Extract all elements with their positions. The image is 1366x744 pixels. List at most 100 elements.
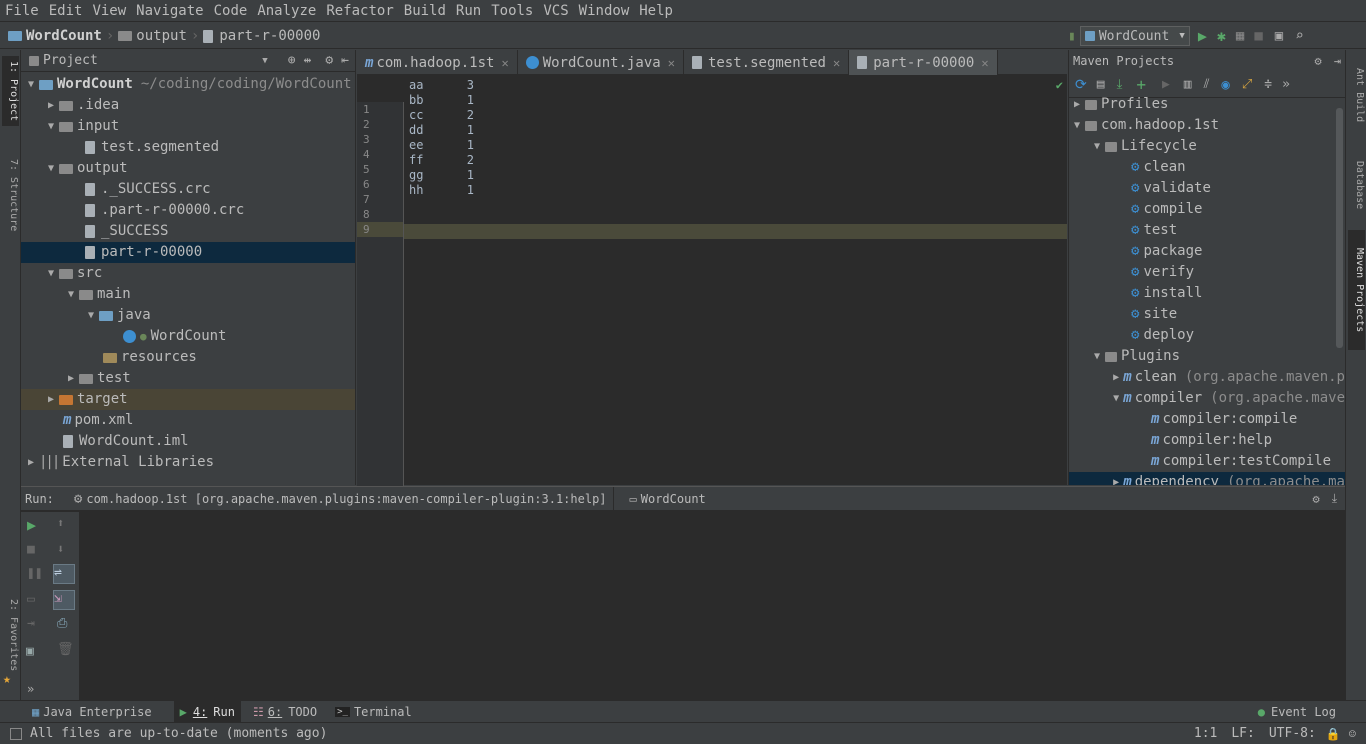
tree-item[interactable]: ● WordCount [21,326,355,347]
download-icon[interactable]: ⤓ [1117,77,1123,92]
run-config-select[interactable]: WordCount ▼ [1079,26,1190,46]
gear-icon[interactable]: ⚙ [1312,492,1319,506]
add-icon[interactable]: + [1136,75,1146,94]
maven-goal[interactable]: m compiler:help [1069,430,1345,451]
tree-item[interactable]: ▼ src [21,263,355,284]
layout-icon[interactable]: ▣ [26,644,34,659]
tree-item[interactable]: ▼ main [21,284,355,305]
expanded-arrow-icon[interactable]: ▼ [23,74,39,95]
refresh-icon[interactable]: ⟳ [1075,77,1087,93]
tab-project-tool[interactable]: 1: Project [2,56,19,126]
scroll-to-end-icon[interactable]: ⇲ [53,590,75,610]
collapsed-arrow-icon[interactable]: ▶ [1109,367,1123,388]
expanded-arrow-icon[interactable]: ▼ [1069,115,1085,136]
project-structure-icon[interactable]: ▣ [1275,28,1283,44]
project-panel-title[interactable]: Project [43,53,98,68]
expanded-arrow-icon[interactable]: ▼ [1089,346,1105,367]
collapsed-arrow-icon[interactable]: ▶ [1109,472,1123,485]
up-arrow-icon[interactable]: ⬆ [57,516,64,530]
pause-icon[interactable]: ❚❚ [27,566,43,581]
expanded-arrow-icon[interactable]: ▼ [43,158,59,179]
gear-icon[interactable]: ⚙ [1315,54,1322,68]
tree-item[interactable]: resources [21,347,355,368]
tree-item[interactable]: test.segmented [21,137,355,158]
tree-item[interactable]: ▼ input [21,116,355,137]
menu-navigate[interactable]: Navigate [131,0,208,22]
exit-icon[interactable]: ⇥ [27,616,35,631]
maven-scrollbar[interactable] [1336,108,1343,348]
collapsed-arrow-icon[interactable]: ▶ [63,368,79,389]
stop-icon[interactable]: ■ [27,542,35,557]
tab-ant-build[interactable]: Ant Build [1348,60,1365,130]
breadcrumb-file[interactable]: part-r-00000 [219,28,320,44]
line-separator[interactable]: LF: [1231,726,1254,741]
tool-tab-terminal[interactable]: >_ Terminal [335,705,412,719]
run-icon[interactable]: ▶ [1198,27,1207,45]
editor-tab-active[interactable]: part-r-00000 ✕ [849,50,998,75]
lock-icon[interactable]: 🔒 [1326,727,1341,741]
expanded-arrow-icon[interactable]: ▼ [43,116,59,137]
breadcrumb-folder[interactable]: output [136,28,187,44]
chevron-down-icon[interactable]: ▼ [262,56,267,66]
maven-plugins[interactable]: ▼ Plugins [1069,346,1345,367]
tree-item[interactable]: WordCount.iml [21,431,355,452]
editor-tab[interactable]: test.segmented ✕ [684,50,850,75]
hide-icon[interactable]: ⇤ [341,53,349,68]
maven-plugin[interactable]: ▶ m dependency (org.apache.ma [1069,472,1345,485]
trash-icon[interactable]: 🗑 [57,642,74,657]
coverage-icon[interactable]: ▦ [1236,28,1244,44]
tab-database[interactable]: Database [1348,150,1365,220]
maven-plugin[interactable]: ▼ m compiler (org.apache.mave [1069,388,1345,409]
menu-tools[interactable]: Tools [486,0,538,22]
tree-item[interactable]: ▶ target [21,389,355,410]
rerun-icon[interactable]: ▶ [27,516,36,534]
maven-phase[interactable]: ⚙ compile [1069,199,1345,220]
maven-project[interactable]: ▼ com.hadoop.1st [1069,115,1345,136]
collapsed-arrow-icon[interactable]: ▶ [43,95,59,116]
editor-tab[interactable]: m com.hadoop.1st ✕ [357,50,518,75]
tab-structure-tool[interactable]: 7: Structure [2,155,19,235]
inspector-icon[interactable]: ☺ [1349,727,1356,741]
maven-profiles[interactable]: ▶ Profiles [1069,94,1345,115]
maven-goal[interactable]: m compiler:compile [1069,409,1345,430]
expanded-arrow-icon[interactable]: ▼ [83,305,99,326]
hide-icon[interactable]: ⇥ [1334,54,1341,68]
collapse-icon[interactable]: ⇹ [304,53,312,68]
print-icon[interactable]: ⎙ [57,616,67,631]
tool-tab-event-log[interactable]: ● Event Log [1258,705,1336,719]
tree-item[interactable]: ▶ test [21,368,355,389]
tree-item[interactable]: ._SUCCESS.crc [21,179,355,200]
expanded-arrow-icon[interactable]: ▼ [63,284,79,305]
more-icon[interactable]: » [27,682,34,696]
tree-item[interactable]: ▼ java [21,305,355,326]
maven-phase[interactable]: ⚙ install [1069,283,1345,304]
toggle-tool-windows-icon[interactable] [10,727,22,740]
run-tab-maven[interactable]: ⚙ com.hadoop.1st [org.apache.maven.plugi… [68,486,614,511]
file-encoding[interactable]: UTF-8: [1269,726,1316,741]
editor-content[interactable]: 1 2 3 4 5 6 7 8 9 aa 3 bb 1 cc 2 dd 1 ee… [357,76,1067,511]
maven-phase[interactable]: ⚙ test [1069,220,1345,241]
tree-item[interactable]: ▶ ||| External Libraries [21,452,355,473]
menu-window[interactable]: Window [574,0,635,22]
collapsed-arrow-icon[interactable]: ▶ [1069,94,1085,115]
tool-tab-java-enterprise[interactable]: ▦ Java Enterprise [32,705,152,719]
build-icon[interactable]: ▮ [1068,29,1076,44]
maven-lifecycle[interactable]: ▼ Lifecycle [1069,136,1345,157]
toggle-offline-icon[interactable]: ⫽ [1204,77,1210,92]
collapsed-arrow-icon[interactable]: ▶ [43,389,59,410]
maven-phase[interactable]: ⚙ validate [1069,178,1345,199]
tree-item-selected[interactable]: part-r-00000 [21,242,355,263]
soft-wrap-icon[interactable]: ⇌ [53,564,75,584]
breadcrumb-project[interactable]: WordCount [26,28,102,44]
menu-analyze[interactable]: Analyze [252,0,321,22]
tree-item[interactable]: _SUCCESS [21,221,355,242]
more-icon[interactable]: » [1282,77,1290,92]
maven-phase[interactable]: ⚙ verify [1069,262,1345,283]
menu-view[interactable]: View [87,0,131,22]
tree-item[interactable]: m pom.xml [21,410,355,431]
tab-maven-projects[interactable]: Maven Projects [1348,230,1365,350]
tool-tab-run[interactable]: ▶ 4: Run [173,701,241,722]
tree-item[interactable]: ▼ output [21,158,355,179]
menu-edit[interactable]: Edit [44,0,88,22]
menu-run[interactable]: Run [451,0,486,22]
